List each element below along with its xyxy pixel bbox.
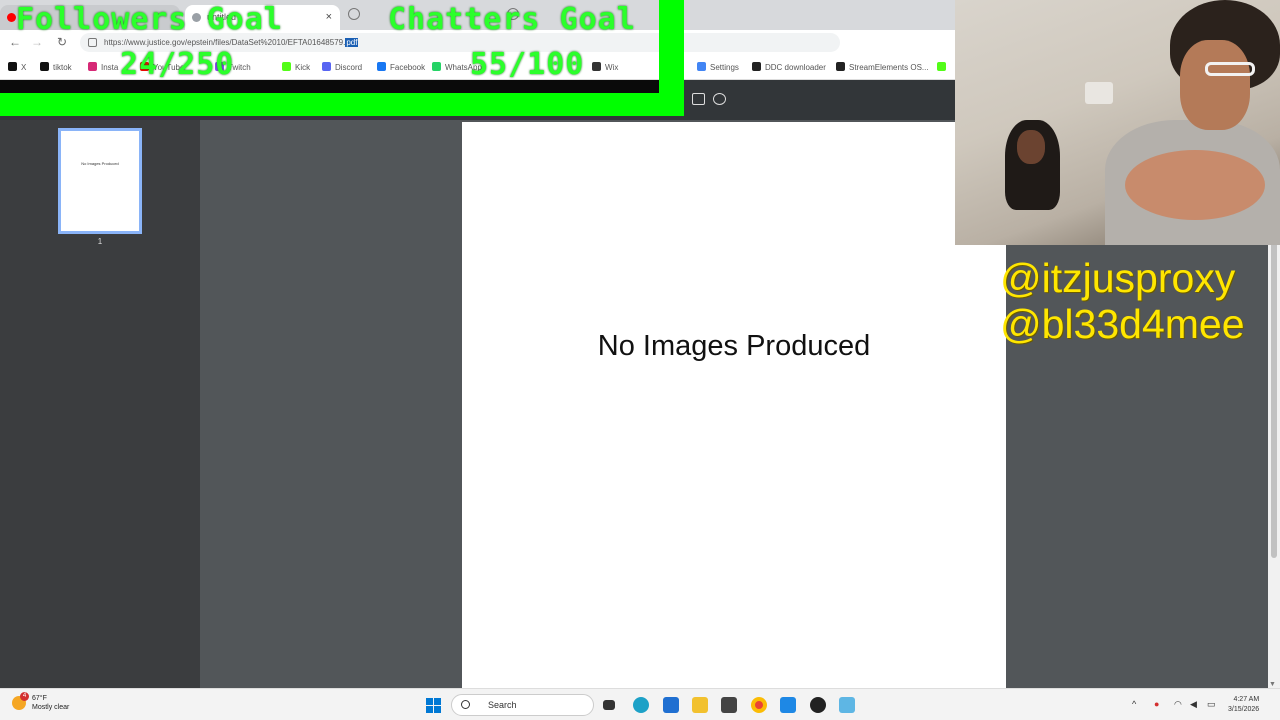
weather-temp: 67°F bbox=[32, 695, 47, 702]
clock-time: 4:27 AM bbox=[1233, 696, 1260, 703]
search-icon bbox=[461, 700, 470, 709]
obs-icon[interactable] bbox=[810, 697, 826, 713]
volume-icon[interactable]: ◀ bbox=[1190, 699, 1197, 710]
thermostat bbox=[1085, 82, 1113, 104]
scroll-down-arrow-icon[interactable]: ▼ bbox=[1269, 681, 1276, 688]
pdf-page: No Images Produced bbox=[462, 122, 1006, 690]
bookmark-item[interactable]: StreamElements OS... bbox=[836, 62, 929, 72]
notepad-icon[interactable] bbox=[839, 697, 855, 713]
weather-widget[interactable]: 4 67°F Mostly clear bbox=[12, 692, 70, 712]
weather-desc: Mostly clear bbox=[32, 704, 70, 711]
chatters-goal-label: Chatters Goal bbox=[388, 2, 636, 37]
bookmark-item[interactable]: Settings bbox=[697, 62, 739, 72]
bookmark-icon bbox=[836, 62, 845, 71]
clock-date: 3/15/2026 bbox=[1228, 706, 1260, 713]
goal-overlay: Followers Goal 24/250 Chatters Goal 55/1… bbox=[0, 0, 684, 116]
wifi-icon[interactable]: ◠ bbox=[1174, 699, 1182, 710]
streamer-handles: @itzjusproxy @bl33d4mee bbox=[1000, 255, 1245, 347]
handle-1: @itzjusproxy bbox=[1000, 255, 1236, 301]
thumbnail-page-number: 1 bbox=[97, 237, 103, 246]
start-button-windows-icon[interactable] bbox=[426, 698, 441, 713]
bookmark-item[interactable] bbox=[937, 62, 950, 72]
bookmark-label: DDC downloader bbox=[765, 63, 826, 72]
tray-chevron-icon[interactable]: ^ bbox=[1132, 699, 1136, 709]
microphone-icon[interactable]: ● bbox=[1154, 699, 1159, 709]
streaming-app-icon[interactable] bbox=[780, 697, 796, 713]
pdf-page-thumbnail[interactable]: No Images Produced bbox=[58, 128, 142, 234]
bookmark-icon bbox=[752, 62, 761, 71]
battery-icon[interactable]: ▭ bbox=[1207, 699, 1216, 710]
streamer-hand bbox=[1125, 150, 1265, 220]
webcam-feed bbox=[955, 0, 1280, 245]
file-explorer-icon[interactable] bbox=[692, 697, 708, 713]
taskbar-search[interactable]: Search bbox=[451, 694, 594, 716]
system-clock[interactable]: 4:27 AM 3/15/2026 bbox=[1228, 695, 1259, 715]
rotate-icon[interactable] bbox=[713, 93, 726, 105]
followers-goal-label: Followers Goal bbox=[16, 2, 283, 37]
app-icon[interactable] bbox=[721, 697, 737, 713]
task-view-icon[interactable] bbox=[603, 700, 615, 710]
followers-goal-value: 24/250 bbox=[120, 47, 235, 82]
search-label: Search bbox=[488, 700, 517, 710]
bookmark-label: Settings bbox=[710, 63, 739, 72]
bookmark-label: StreamElements OS... bbox=[849, 63, 929, 72]
bookmark-item[interactable]: DDC downloader bbox=[752, 62, 826, 72]
chrome-icon[interactable] bbox=[751, 697, 767, 713]
bookmark-icon bbox=[937, 62, 946, 71]
bookmark-icon bbox=[697, 62, 706, 71]
pdf-thumbnail-pane: No Images Produced 1 bbox=[0, 120, 200, 688]
handle-2: @bl33d4mee bbox=[1000, 301, 1245, 347]
fit-page-icon[interactable] bbox=[692, 93, 705, 105]
thumbnail-text: No Images Produced bbox=[81, 161, 119, 166]
pdf-page-heading: No Images Produced bbox=[597, 330, 871, 362]
chatters-goal-value: 55/100 bbox=[470, 47, 585, 82]
streamer-face bbox=[1180, 40, 1250, 130]
screen: untitled × ← → ↻ https://www.justice.gov… bbox=[0, 0, 1280, 720]
windows-taskbar: 4 67°F Mostly clear Search ^ ● ◠ ◀ ▭ 4:2… bbox=[0, 688, 1280, 720]
streamer-glasses bbox=[1205, 62, 1255, 76]
store-icon[interactable] bbox=[663, 697, 679, 713]
background-person-face bbox=[1017, 130, 1045, 164]
edge-icon[interactable] bbox=[633, 697, 649, 713]
notification-badge: 4 bbox=[20, 692, 29, 701]
goal-overlay-border-bottom bbox=[0, 93, 684, 116]
